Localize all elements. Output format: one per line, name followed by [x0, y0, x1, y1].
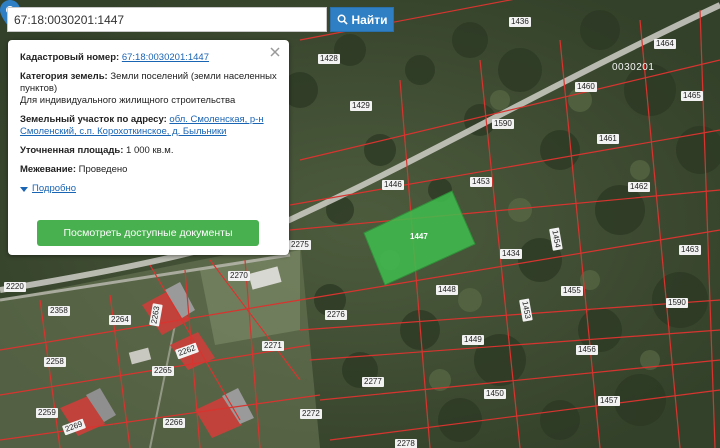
parcel-info-popup: Кадастровый номер: 67:18:0030201:1447 Ка… — [8, 40, 289, 255]
parcel-label: 2258 — [44, 357, 66, 367]
search-button-label: Найти — [351, 12, 388, 27]
parcel-label: 1460 — [575, 82, 597, 92]
area-label: Уточненная площадь: — [20, 145, 124, 156]
parcel-label: 2220 — [4, 282, 26, 292]
survey-label: Межевание: — [20, 164, 76, 175]
parcel-label: 1590 — [666, 298, 688, 308]
pin-parcel-label: 1447 — [410, 232, 428, 241]
address-row: Земельный участок по адресу: обл. Смолен… — [20, 114, 277, 138]
cadastral-number-row: Кадастровый номер: 67:18:0030201:1447 — [20, 52, 277, 64]
cadastral-number-link[interactable]: 67:18:0030201:1447 — [122, 52, 209, 63]
survey-row: Межевание: Проведено — [20, 164, 277, 176]
parcel-label: 1434 — [500, 249, 522, 259]
survey-value: Проведено — [78, 164, 128, 175]
parcel-label: 1590 — [492, 119, 514, 129]
parcel-label: 2275 — [289, 240, 311, 250]
close-icon[interactable] — [269, 46, 281, 58]
details-label: Подробно — [32, 183, 76, 194]
parcel-label: 2270 — [228, 271, 250, 281]
search-input[interactable] — [7, 7, 327, 32]
parcel-label: 2278 — [395, 439, 417, 448]
parcel-label: 2276 — [325, 310, 347, 320]
area-row: Уточненная площадь: 1 000 кв.м. — [20, 145, 277, 157]
parcel-label: 2271 — [262, 341, 284, 351]
parcel-label: 1429 — [350, 101, 372, 111]
parcel-label: 1457 — [598, 396, 620, 406]
parcel-label: 1462 — [628, 182, 650, 192]
parcel-label: 2358 — [48, 306, 70, 316]
parcel-label: 2272 — [300, 409, 322, 419]
details-toggle[interactable]: Подробно — [20, 183, 277, 195]
parcel-label: 1436 — [509, 17, 531, 27]
parcel-label: 1449 — [462, 335, 484, 345]
parcel-label: 1456 — [576, 345, 598, 355]
parcel-label: 1450 — [484, 389, 506, 399]
parcel-label: 1465 — [681, 91, 703, 101]
parcel-label: 1448 — [436, 285, 458, 295]
parcel-label: 1446 — [382, 180, 404, 190]
caret-down-icon — [20, 186, 28, 192]
view-documents-button[interactable]: Посмотреть доступные документы — [37, 220, 259, 246]
parcel-label: 1463 — [679, 245, 701, 255]
parcel-label: 2264 — [109, 315, 131, 325]
parcel-label: 1428 — [318, 54, 340, 64]
parcel-label: 1453 — [470, 177, 492, 187]
cadastral-block-label: 0030201 — [612, 62, 655, 73]
parcel-label: 1461 — [597, 134, 619, 144]
search-button[interactable]: Найти — [330, 7, 394, 32]
parcel-label: 1455 — [561, 286, 583, 296]
parcel-label: 2266 — [163, 418, 185, 428]
land-use-value: Для индивидуального жилищного строительс… — [20, 95, 236, 106]
parcel-label: 1464 — [654, 39, 676, 49]
land-category-row: Категория земель: Земли поселений (земли… — [20, 71, 277, 107]
parcel-label: 2265 — [152, 366, 174, 376]
parcel-label: 2259 — [36, 408, 58, 418]
land-category-label: Категория земель: — [20, 71, 108, 82]
cadastral-number-label: Кадастровый номер: — [20, 52, 120, 63]
address-label: Земельный участок по адресу: — [20, 114, 167, 125]
area-value: 1 000 кв.м. — [126, 145, 174, 156]
search-icon — [337, 14, 348, 25]
parcel-label: 2277 — [362, 377, 384, 387]
